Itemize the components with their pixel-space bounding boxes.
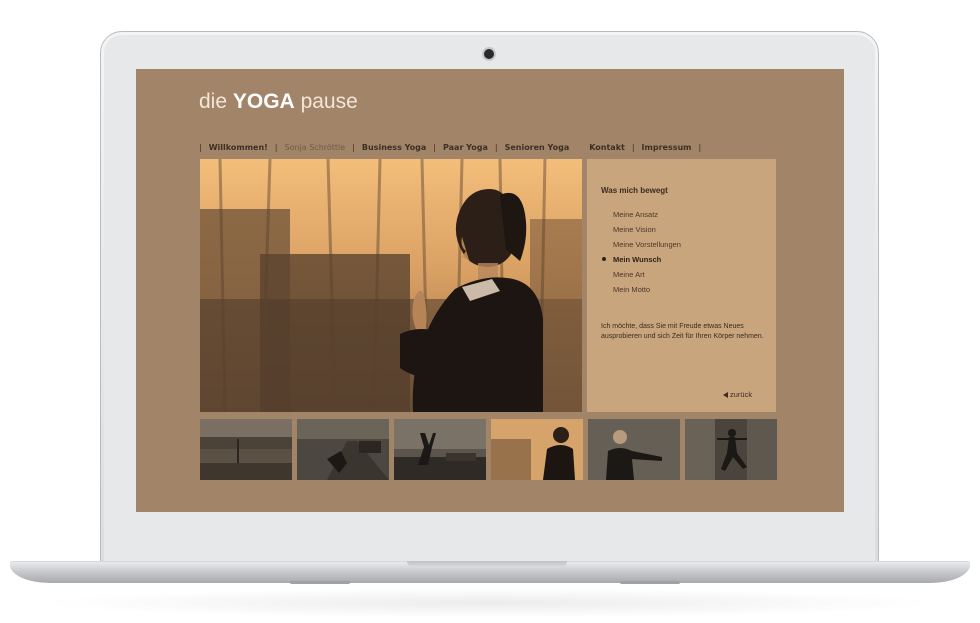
- thumbnail-road-pose[interactable]: [297, 419, 389, 480]
- submenu-label: Meine Art: [613, 270, 645, 279]
- main-navigation: | Willkommen! | Sonja Schröttle | Busine…: [199, 140, 708, 154]
- nav-item-business-yoga[interactable]: Business Yoga: [362, 143, 426, 152]
- laptop-opening-notch: [407, 561, 567, 567]
- submenu-item-art[interactable]: Meine Art: [613, 267, 681, 282]
- nav-separator: |: [698, 142, 702, 152]
- laptop-reflection: [40, 588, 940, 618]
- website-screen: die YOGA pause | Willkommen! | Sonja Sch…: [136, 69, 844, 512]
- nav-separator: |: [274, 142, 278, 152]
- back-link[interactable]: zurück: [723, 390, 752, 399]
- nav-item-willkommen[interactable]: Willkommen!: [209, 143, 268, 152]
- praying-woman-photo-icon: [491, 419, 583, 480]
- thumbnail-street[interactable]: [200, 419, 292, 480]
- arms-raised-photo-icon: [394, 419, 486, 480]
- stretching-woman-photo-icon: [588, 419, 680, 480]
- submenu-label: Meine Vorstellungen: [613, 240, 681, 249]
- laptop-foot-left: [290, 581, 350, 584]
- submenu-item-motto[interactable]: Mein Motto: [613, 282, 681, 297]
- road-pose-photo-icon: [297, 419, 389, 480]
- site-logo-title[interactable]: die YOGA pause: [199, 90, 358, 114]
- webcam-icon: [484, 49, 494, 59]
- info-panel: Was mich bewegt Meine Ansatz Meine Visio…: [587, 159, 776, 412]
- thumbnail-stretching-woman[interactable]: [588, 419, 680, 480]
- title-prefix: die: [199, 90, 228, 113]
- submenu-item-ansatz[interactable]: Meine Ansatz: [613, 207, 681, 222]
- nav-item-sonja-schroettle[interactable]: Sonja Schröttle: [285, 143, 346, 152]
- title-suffix: pause: [300, 90, 358, 113]
- street-photo-icon: [200, 419, 292, 480]
- nav-item-kontakt[interactable]: Kontakt: [589, 143, 625, 152]
- submenu: Meine Ansatz Meine Vision Meine Vorstell…: [602, 207, 681, 297]
- active-bullet-icon: [602, 257, 606, 261]
- submenu-item-wunsch[interactable]: Mein Wunsch: [602, 252, 681, 267]
- submenu-label: Mein Motto: [613, 285, 651, 294]
- submenu-item-vision[interactable]: Meine Vision: [613, 222, 681, 237]
- title-bold: YOGA: [232, 90, 295, 113]
- panel-body-text: Ich möchte, dass Sie mit Freude etwas Ne…: [601, 323, 764, 340]
- warrior-pose-photo-icon: [685, 419, 777, 480]
- thumbnail-strip: [200, 419, 777, 480]
- nav-separator: |: [199, 142, 202, 152]
- nav-separator: |: [352, 142, 355, 152]
- submenu-label: Meine Ansatz: [613, 210, 659, 219]
- nav-separator: |: [494, 142, 498, 152]
- nav-separator: |: [433, 142, 436, 152]
- nav-separator: |: [631, 142, 635, 152]
- nav-item-paar-yoga[interactable]: Paar Yoga: [443, 143, 488, 152]
- thumbnail-warrior-pose[interactable]: [685, 419, 777, 480]
- thumbnail-praying-woman[interactable]: [491, 419, 583, 480]
- submenu-label: Mein Wunsch: [613, 255, 662, 264]
- nav-item-impressum[interactable]: Impressum: [642, 143, 692, 152]
- back-arrow-icon: [723, 391, 728, 398]
- nav-item-senioren-yoga[interactable]: Senioren Yoga: [505, 143, 570, 152]
- hero-photo-praying-woman: [200, 159, 582, 412]
- back-link-label: zurück: [730, 390, 753, 399]
- submenu-label: Meine Vision: [613, 225, 656, 234]
- submenu-item-vorstellungen[interactable]: Meine Vorstellungen: [613, 237, 681, 252]
- thumbnail-arms-raised[interactable]: [394, 419, 486, 480]
- laptop-foot-right: [620, 581, 680, 584]
- panel-heading: Was mich bewegt: [601, 186, 668, 195]
